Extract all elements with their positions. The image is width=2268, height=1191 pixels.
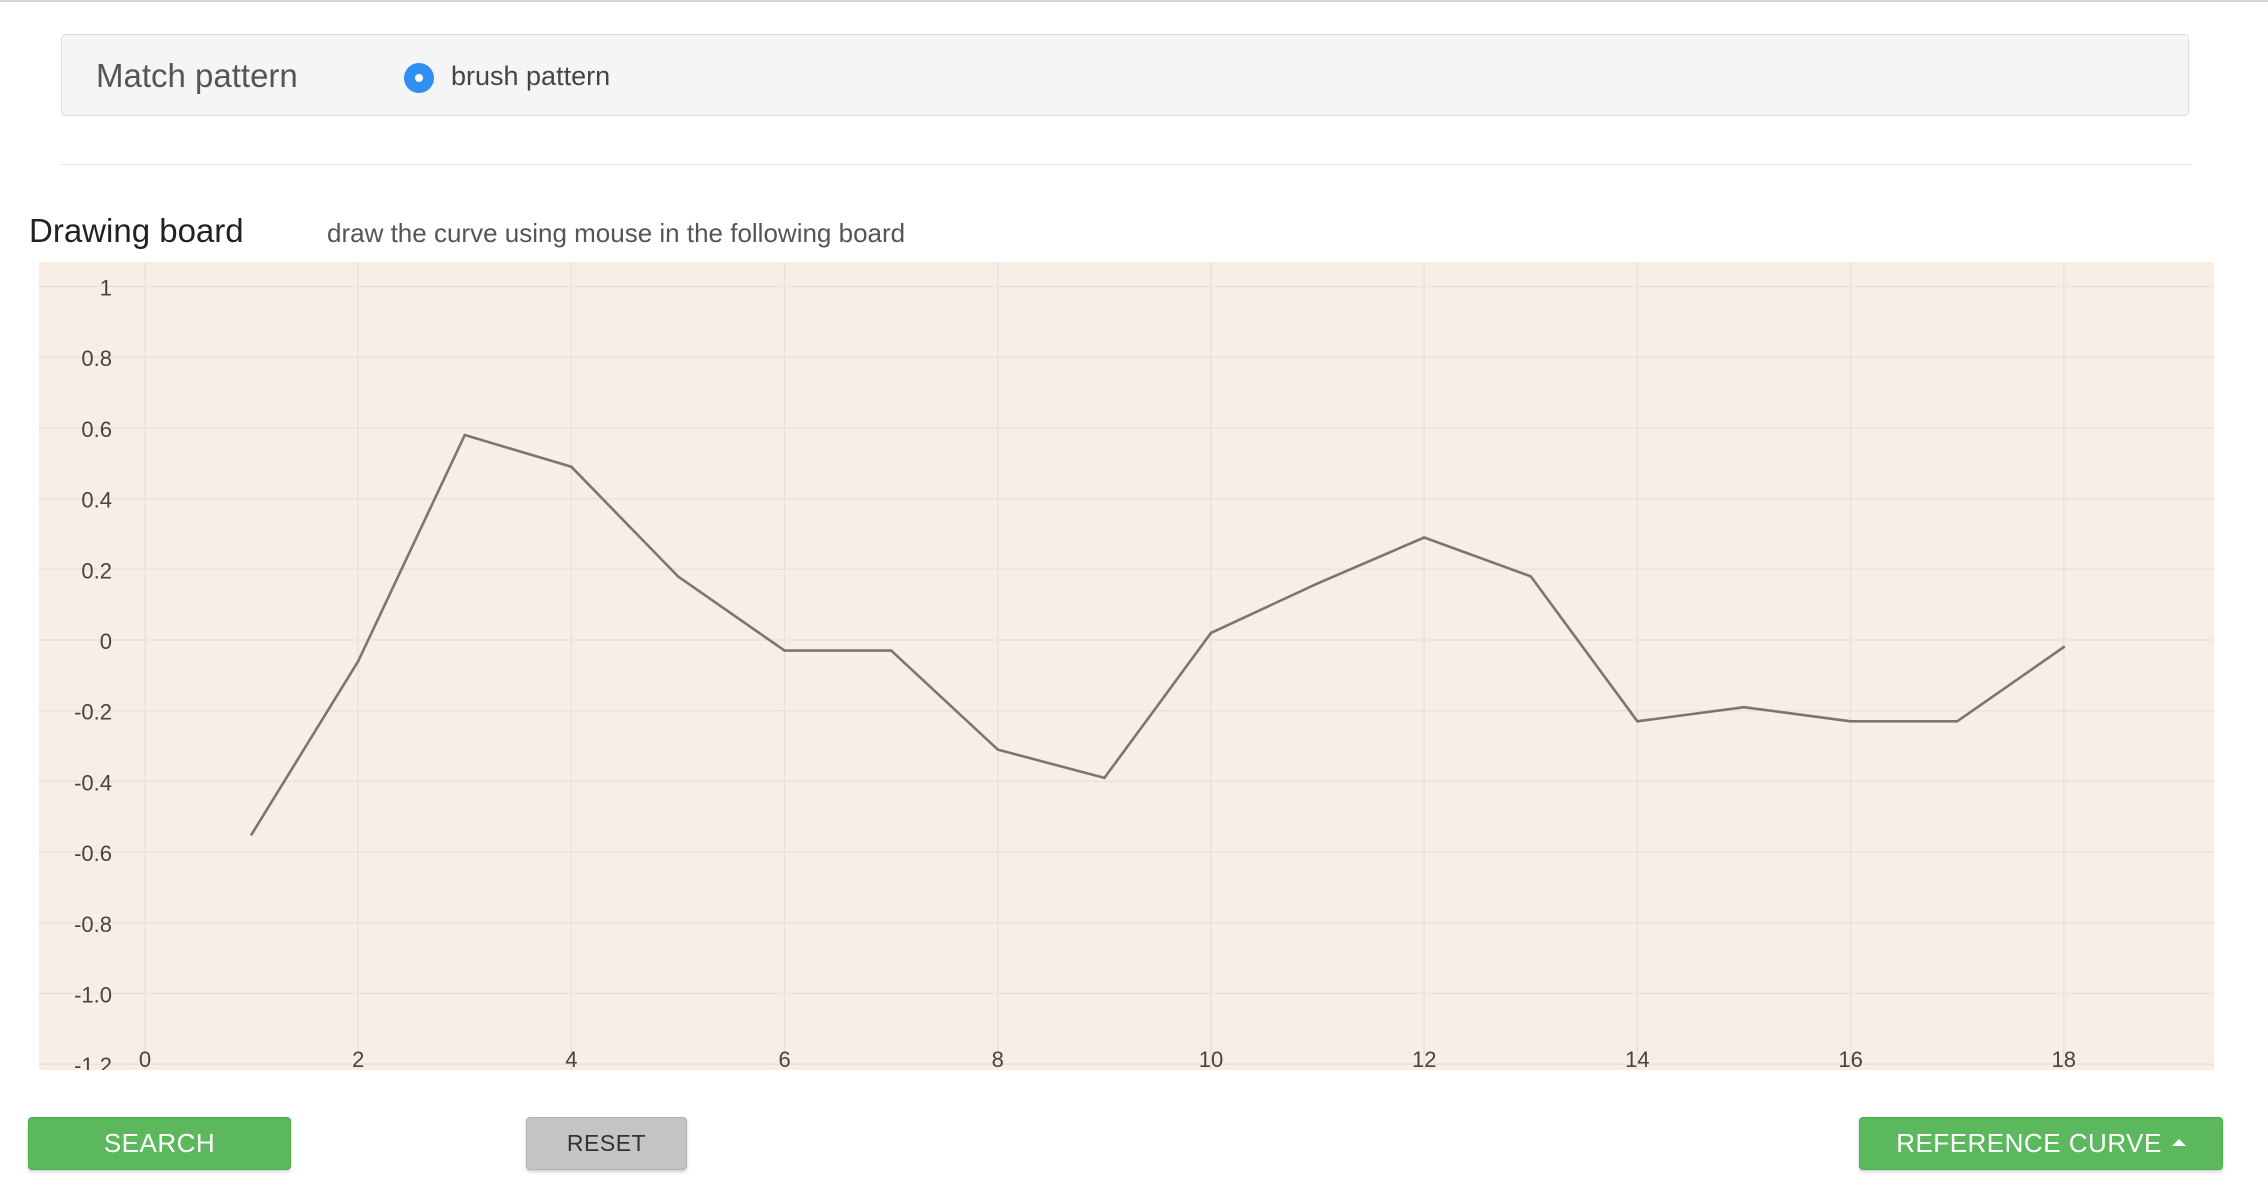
x-tick-label: 2: [352, 1047, 364, 1072]
reset-button[interactable]: RESET: [526, 1117, 687, 1170]
curve-point: [1849, 720, 1852, 723]
caret-up-icon: [2171, 1138, 2186, 1146]
y-tick-label: -1.2: [74, 1053, 112, 1078]
x-tick-label: 6: [778, 1047, 790, 1072]
curve-point: [250, 833, 253, 836]
curve-point: [1316, 582, 1319, 585]
x-tick-label: 4: [565, 1047, 577, 1072]
x-tick-label: 14: [1625, 1047, 1649, 1072]
curve-point: [996, 748, 1000, 751]
y-tick-label: -0.6: [74, 841, 112, 866]
x-tick-label: 0: [139, 1047, 151, 1072]
curve-point: [676, 575, 680, 578]
plot-background[interactable]: [39, 262, 2214, 1070]
x-tick-label: 16: [1838, 1047, 1862, 1072]
y-tick-label: -0.8: [74, 912, 112, 937]
curve-point: [783, 649, 786, 652]
x-tick-label: 12: [1412, 1047, 1436, 1072]
curve-point: [1636, 720, 1639, 723]
drawing-board-chart[interactable]: 1 0.8 0.6 0.4 0.2 0 -0.2 -0.4 -0.6 -0.8 -1.0 -1.2 0…: [0, 0, 2268, 1100]
curve-point: [2062, 645, 2066, 649]
curve-point: [463, 433, 467, 437]
y-tick-label: -0.2: [74, 700, 112, 725]
curve-point: [1103, 776, 1106, 780]
reset-button-label: RESET: [566, 1130, 647, 1156]
y-tick-label: 0.4: [81, 488, 112, 513]
curve-point: [1742, 705, 1746, 709]
y-tick-label: -1.0: [74, 983, 112, 1008]
search-button[interactable]: SEARCH: [28, 1117, 291, 1170]
x-tick-label: 10: [1199, 1047, 1223, 1072]
y-tick-label: 0.2: [81, 558, 112, 583]
x-tick-label: 8: [992, 1047, 1004, 1072]
curve-point: [1955, 720, 1959, 723]
curve-point: [356, 659, 360, 663]
y-tick-label: -0.4: [74, 770, 112, 795]
curve-point: [1529, 575, 1533, 578]
y-tick-label: 0.8: [81, 346, 112, 371]
search-button-label: SEARCH: [103, 1128, 216, 1158]
x-tick-label: 18: [2052, 1047, 2076, 1072]
reference-curve-button-label: REFERENCE CURVE: [1896, 1128, 2162, 1158]
reference-curve-button[interactable]: REFERENCE CURVE: [1859, 1117, 2223, 1170]
curve-point: [570, 465, 573, 469]
y-tick-label: 0.6: [81, 417, 112, 442]
y-tick-label: 0: [100, 629, 112, 654]
curve-point: [1209, 631, 1213, 635]
curve-point: [889, 649, 893, 652]
curve-point: [1422, 536, 1426, 539]
y-tick-label: 1: [100, 276, 112, 301]
